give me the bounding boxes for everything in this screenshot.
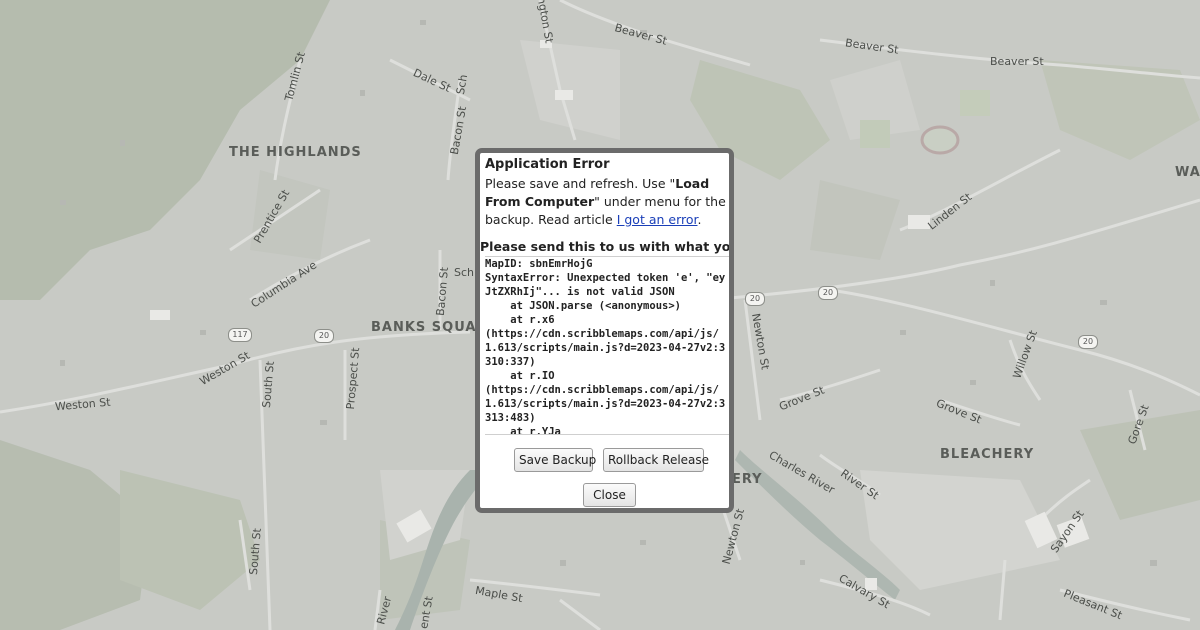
district-label: BLEACHERY xyxy=(940,447,1035,462)
street-label: Sch xyxy=(454,266,475,279)
application-error-dialog: Application Error Please save and refres… xyxy=(475,148,734,513)
route-shield: 20 xyxy=(745,292,765,306)
save-backup-button[interactable]: Save Backup xyxy=(514,448,596,472)
i-got-an-error-link[interactable]: I got an error xyxy=(617,212,698,227)
error-log-textarea[interactable]: MapID: sbnEmrHojG SyntaxError: Unexpecte… xyxy=(485,256,729,435)
message-text: . xyxy=(697,212,702,227)
message-text: Please save and refresh. Use " xyxy=(485,176,676,191)
rollback-release-button[interactable]: Rollback Release xyxy=(603,448,709,472)
send-heading: Please send this to us with what you xyxy=(480,239,729,254)
dialog-message: Please save and refresh. Use "Load From … xyxy=(485,175,729,229)
district-label: WA xyxy=(1175,165,1200,180)
district-label: ERY xyxy=(732,472,763,487)
route-shield: 20 xyxy=(818,286,838,300)
dialog-title: Application Error xyxy=(485,157,610,172)
close-button[interactable]: Close xyxy=(583,483,636,507)
street-label: Beaver St xyxy=(990,55,1044,68)
route-shield: 20 xyxy=(1078,335,1098,349)
route-shield: 117 xyxy=(228,328,252,342)
district-label: THE HIGHLANDS xyxy=(229,145,362,160)
route-shield: 20 xyxy=(314,329,334,343)
